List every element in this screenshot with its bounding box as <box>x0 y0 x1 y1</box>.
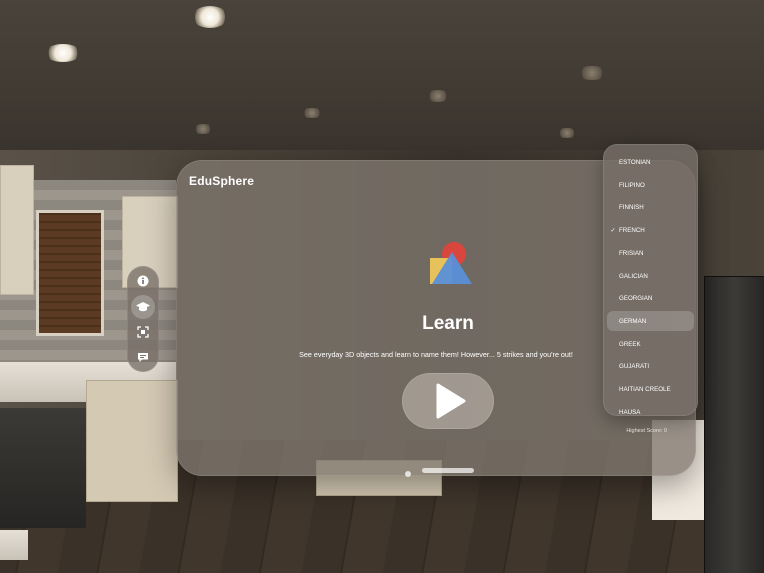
language-item-filipino[interactable]: FILIPINO <box>607 175 694 195</box>
language-item-finnish[interactable]: FINNISH <box>607 197 694 217</box>
language-item-french[interactable]: ✓ FRENCH <box>607 220 694 240</box>
learn-heading: Learn <box>422 313 474 334</box>
graduation-cap-icon <box>136 302 150 312</box>
language-item-estonian[interactable]: ESTONIAN <box>607 152 694 172</box>
language-item-greek[interactable]: GREEK <box>607 334 694 354</box>
language-item-frisian[interactable]: FRISIAN <box>607 243 694 263</box>
learn-mode-button[interactable] <box>131 295 155 319</box>
language-item-galician[interactable]: GALICIAN <box>607 266 694 286</box>
scan-icon <box>137 326 149 338</box>
side-toolbar <box>127 266 159 372</box>
chat-button[interactable] <box>131 345 155 369</box>
play-button[interactable] <box>402 373 494 429</box>
dishwasher <box>0 408 86 528</box>
language-item-german[interactable]: GERMAN <box>607 311 694 331</box>
ceiling-light <box>192 124 214 134</box>
shapes-icon <box>430 242 472 284</box>
language-item-hausa[interactable]: HAUSA <box>607 402 694 416</box>
language-list[interactable]: ESTONIAN FILIPINO FINNISH ✓ FRENCH FRISIA… <box>603 144 698 416</box>
lower-cabinet <box>86 380 178 502</box>
ceiling-light <box>576 66 608 80</box>
window-grabber-bar[interactable] <box>422 468 474 473</box>
ceiling-light <box>425 90 451 102</box>
chat-bubble-icon <box>138 353 148 362</box>
language-item-georgian[interactable]: GEORGIAN <box>607 288 694 308</box>
language-item-gujarati[interactable]: GUJARATI <box>607 356 694 376</box>
ceiling-light <box>556 128 578 138</box>
ceiling-light <box>45 44 81 62</box>
ceiling-light <box>192 6 228 28</box>
window-close-dot[interactable] <box>405 471 411 477</box>
upper-cabinet <box>0 165 34 295</box>
info-button[interactable] <box>131 269 155 293</box>
countertop <box>0 530 28 560</box>
info-icon <box>137 275 149 287</box>
highest-score: Highest Score: 0 <box>626 428 667 434</box>
checkmark-icon: ✓ <box>610 227 616 234</box>
scan-button[interactable] <box>131 320 155 344</box>
language-item-haitian-creole[interactable]: HAITIAN CREOLE <box>607 379 694 399</box>
app-title: EduSphere <box>189 174 255 188</box>
ceiling-light <box>300 108 324 118</box>
play-icon <box>436 383 466 419</box>
